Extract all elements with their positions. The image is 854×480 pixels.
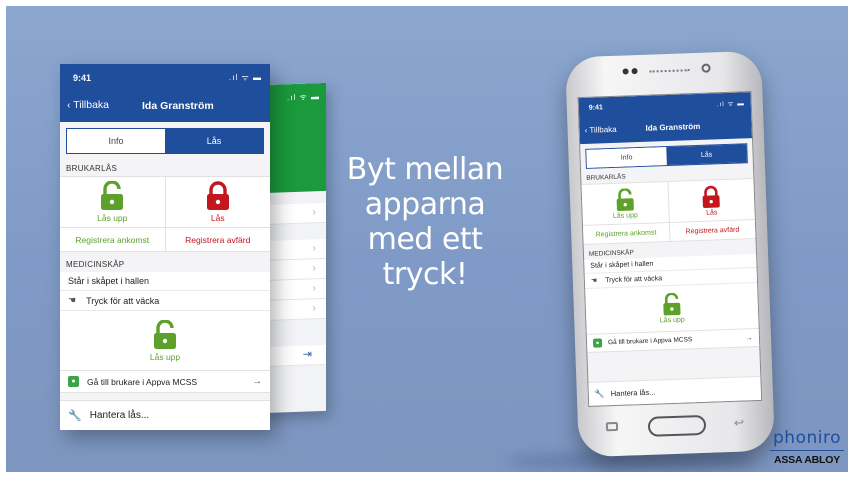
- registration-row: Registrera ankomst Registrera avfärd: [60, 228, 270, 252]
- goto-mcss-label: Gå till brukare i Appva MCSS: [87, 376, 198, 387]
- lock-button[interactable]: Lås: [666, 179, 755, 223]
- lock-controls: Lås upp Lås: [581, 178, 755, 227]
- section-header-user-locks: BRUKARLÅS: [66, 164, 118, 173]
- chevron-right-icon: ›: [312, 242, 316, 255]
- sensor-icon: [701, 63, 711, 73]
- tab-info[interactable]: Info: [67, 129, 165, 153]
- cabinet-unlock-label: Lås upp: [659, 316, 685, 325]
- padlock-open-icon: [614, 187, 635, 212]
- goto-mcss-button[interactable]: ● Gå till brukare i Appva MCSS →: [60, 371, 270, 393]
- arrow-right-icon: →: [252, 376, 262, 387]
- home-button[interactable]: [647, 414, 707, 437]
- hand-tap-icon: ☚: [590, 277, 598, 285]
- list-item[interactable]: ›: [262, 238, 326, 262]
- unlock-label: Lås upp: [97, 213, 128, 223]
- section-header-cabinet: MEDICINSKÅP: [66, 260, 125, 269]
- cabinet-location: Står i skåpet i hallen: [60, 272, 270, 291]
- segmented-tabs: Info Lås: [66, 128, 264, 154]
- tab-las[interactable]: Lås: [666, 144, 747, 166]
- cabinet-unlock-label: Lås upp: [149, 351, 181, 362]
- status-time: 9:41: [588, 104, 603, 112]
- map-pin-app-icon: ●: [592, 338, 603, 348]
- hand-tap-icon: ☚: [68, 295, 77, 305]
- page-title: Ida Granström: [142, 100, 214, 112]
- chevron-right-icon: ›: [312, 262, 316, 275]
- headline: Byt mellan apparna med ett tryck!: [336, 152, 514, 292]
- brand-name: phoniro: [773, 428, 841, 448]
- phone-mockup: 9:41 .ıl ᯤ ▬ ‹ Tillbaka Ida Granström In…: [565, 50, 775, 458]
- brand-logo: phoniro ASSA ABLOY: [764, 428, 848, 466]
- register-arrival-button[interactable]: Registrera ankomst: [60, 228, 165, 251]
- padlock-open-icon: [152, 319, 178, 350]
- cabinet-unlock-button[interactable]: Lås upp: [60, 311, 270, 371]
- wrench-icon: 🔧: [68, 410, 82, 422]
- wake-label: Tryck för att väcka: [605, 274, 663, 284]
- secondary-app-header: .ıl ᯤ ▬: [262, 82, 326, 194]
- brand-sub: ASSA ABLOY: [773, 454, 841, 466]
- manage-locks-label: Hantera lås...: [610, 387, 656, 399]
- wake-label: Tryck för att väcka: [86, 295, 160, 306]
- manage-locks-label: Hantera lås...: [89, 410, 150, 421]
- chevron-right-icon: ›: [312, 302, 316, 315]
- padlock-closed-icon: [205, 181, 231, 211]
- back-button[interactable]: ‹ Tillbaka: [67, 99, 109, 111]
- logout-row[interactable]: ⇥: [262, 344, 326, 368]
- padlock-closed-icon: [701, 185, 722, 209]
- speaker-grille: [649, 69, 690, 74]
- headline-line: Byt mellan: [346, 152, 504, 187]
- manage-locks-button[interactable]: 🔧 Hantera lås...: [588, 375, 762, 406]
- headline-line: tryck!: [382, 257, 468, 292]
- padlock-open-icon: [99, 181, 125, 211]
- lock-controls: Lås upp Lås: [60, 176, 270, 228]
- status-icons: .ıl ᯤ ▬: [287, 92, 320, 103]
- phone-screen: 9:41 .ıl ᯤ ▬ ‹ Tillbaka Ida Granström In…: [577, 91, 763, 407]
- list-item[interactable]: ›: [262, 258, 326, 282]
- camera-icon: [631, 68, 638, 75]
- presentation-slide: .ıl ᯤ ▬ › › › › › ⇥ 9:41 .ıl ᯤ ▬ ‹ Tillb…: [6, 6, 848, 472]
- main-app-screen: 9:41 .ıl ᯤ ▬ ‹ Tillbaka Ida Granström In…: [60, 64, 270, 430]
- manage-locks-button[interactable]: 🔧 Hantera lås...: [60, 400, 270, 430]
- map-pin-app-icon: ●: [68, 376, 79, 387]
- status-time: 9:41: [73, 73, 92, 83]
- padlock-open-icon: [661, 292, 682, 317]
- app-header: 9:41 .ıl ᯤ ▬ ‹ Tillbaka Ida Granström: [578, 92, 753, 145]
- status-icons: .ıl ᯤ ▬: [229, 73, 262, 82]
- lock-button[interactable]: Lås: [164, 177, 271, 227]
- wake-cabinet-button[interactable]: ☚ Tryck för att väcka: [60, 291, 270, 311]
- register-departure-button[interactable]: Registrera avfärd: [164, 228, 271, 251]
- lock-label: Lås: [706, 208, 718, 217]
- headline-line: apparna: [364, 187, 486, 222]
- unlock-button[interactable]: Lås upp: [60, 177, 165, 227]
- list-item[interactable]: ›: [262, 202, 326, 226]
- list-item[interactable]: ›: [262, 298, 326, 322]
- headline-line: med ett: [367, 222, 483, 257]
- camera-icon: [622, 68, 629, 75]
- goto-mcss-label: Gå till brukare i Appva MCSS: [607, 336, 693, 347]
- lock-label: Lås: [210, 213, 225, 223]
- list-item[interactable]: ›: [262, 278, 326, 302]
- tab-info[interactable]: Info: [586, 147, 667, 168]
- recent-apps-key[interactable]: [605, 421, 619, 432]
- chevron-right-icon: ›: [312, 282, 316, 295]
- page-title: Ida Granström: [645, 121, 701, 133]
- chevron-right-icon: ›: [312, 206, 316, 219]
- wrench-icon: 🔧: [594, 389, 605, 399]
- register-departure-button[interactable]: Registrera avfärd: [668, 220, 756, 242]
- back-key-icon[interactable]: ↩: [734, 416, 745, 430]
- status-icons: .ıl ᯤ ▬: [716, 100, 745, 109]
- unlock-label: Lås upp: [612, 211, 638, 220]
- back-button[interactable]: ‹ Tillbaka: [584, 125, 616, 135]
- cabinet-unlock-button[interactable]: Lås upp: [585, 282, 759, 335]
- app-header: 9:41 .ıl ᯤ ▬ ‹ Tillbaka Ida Granström: [60, 64, 270, 122]
- register-arrival-button[interactable]: Registrera ankomst: [583, 223, 669, 244]
- secondary-app-screen: .ıl ᯤ ▬ › › › › › ⇥: [262, 82, 326, 414]
- exit-icon: ⇥: [302, 348, 312, 361]
- tab-las[interactable]: Lås: [165, 129, 263, 153]
- arrow-right-icon: →: [744, 333, 754, 343]
- unlock-button[interactable]: Lås upp: [582, 182, 669, 225]
- brand-divider: [770, 450, 844, 451]
